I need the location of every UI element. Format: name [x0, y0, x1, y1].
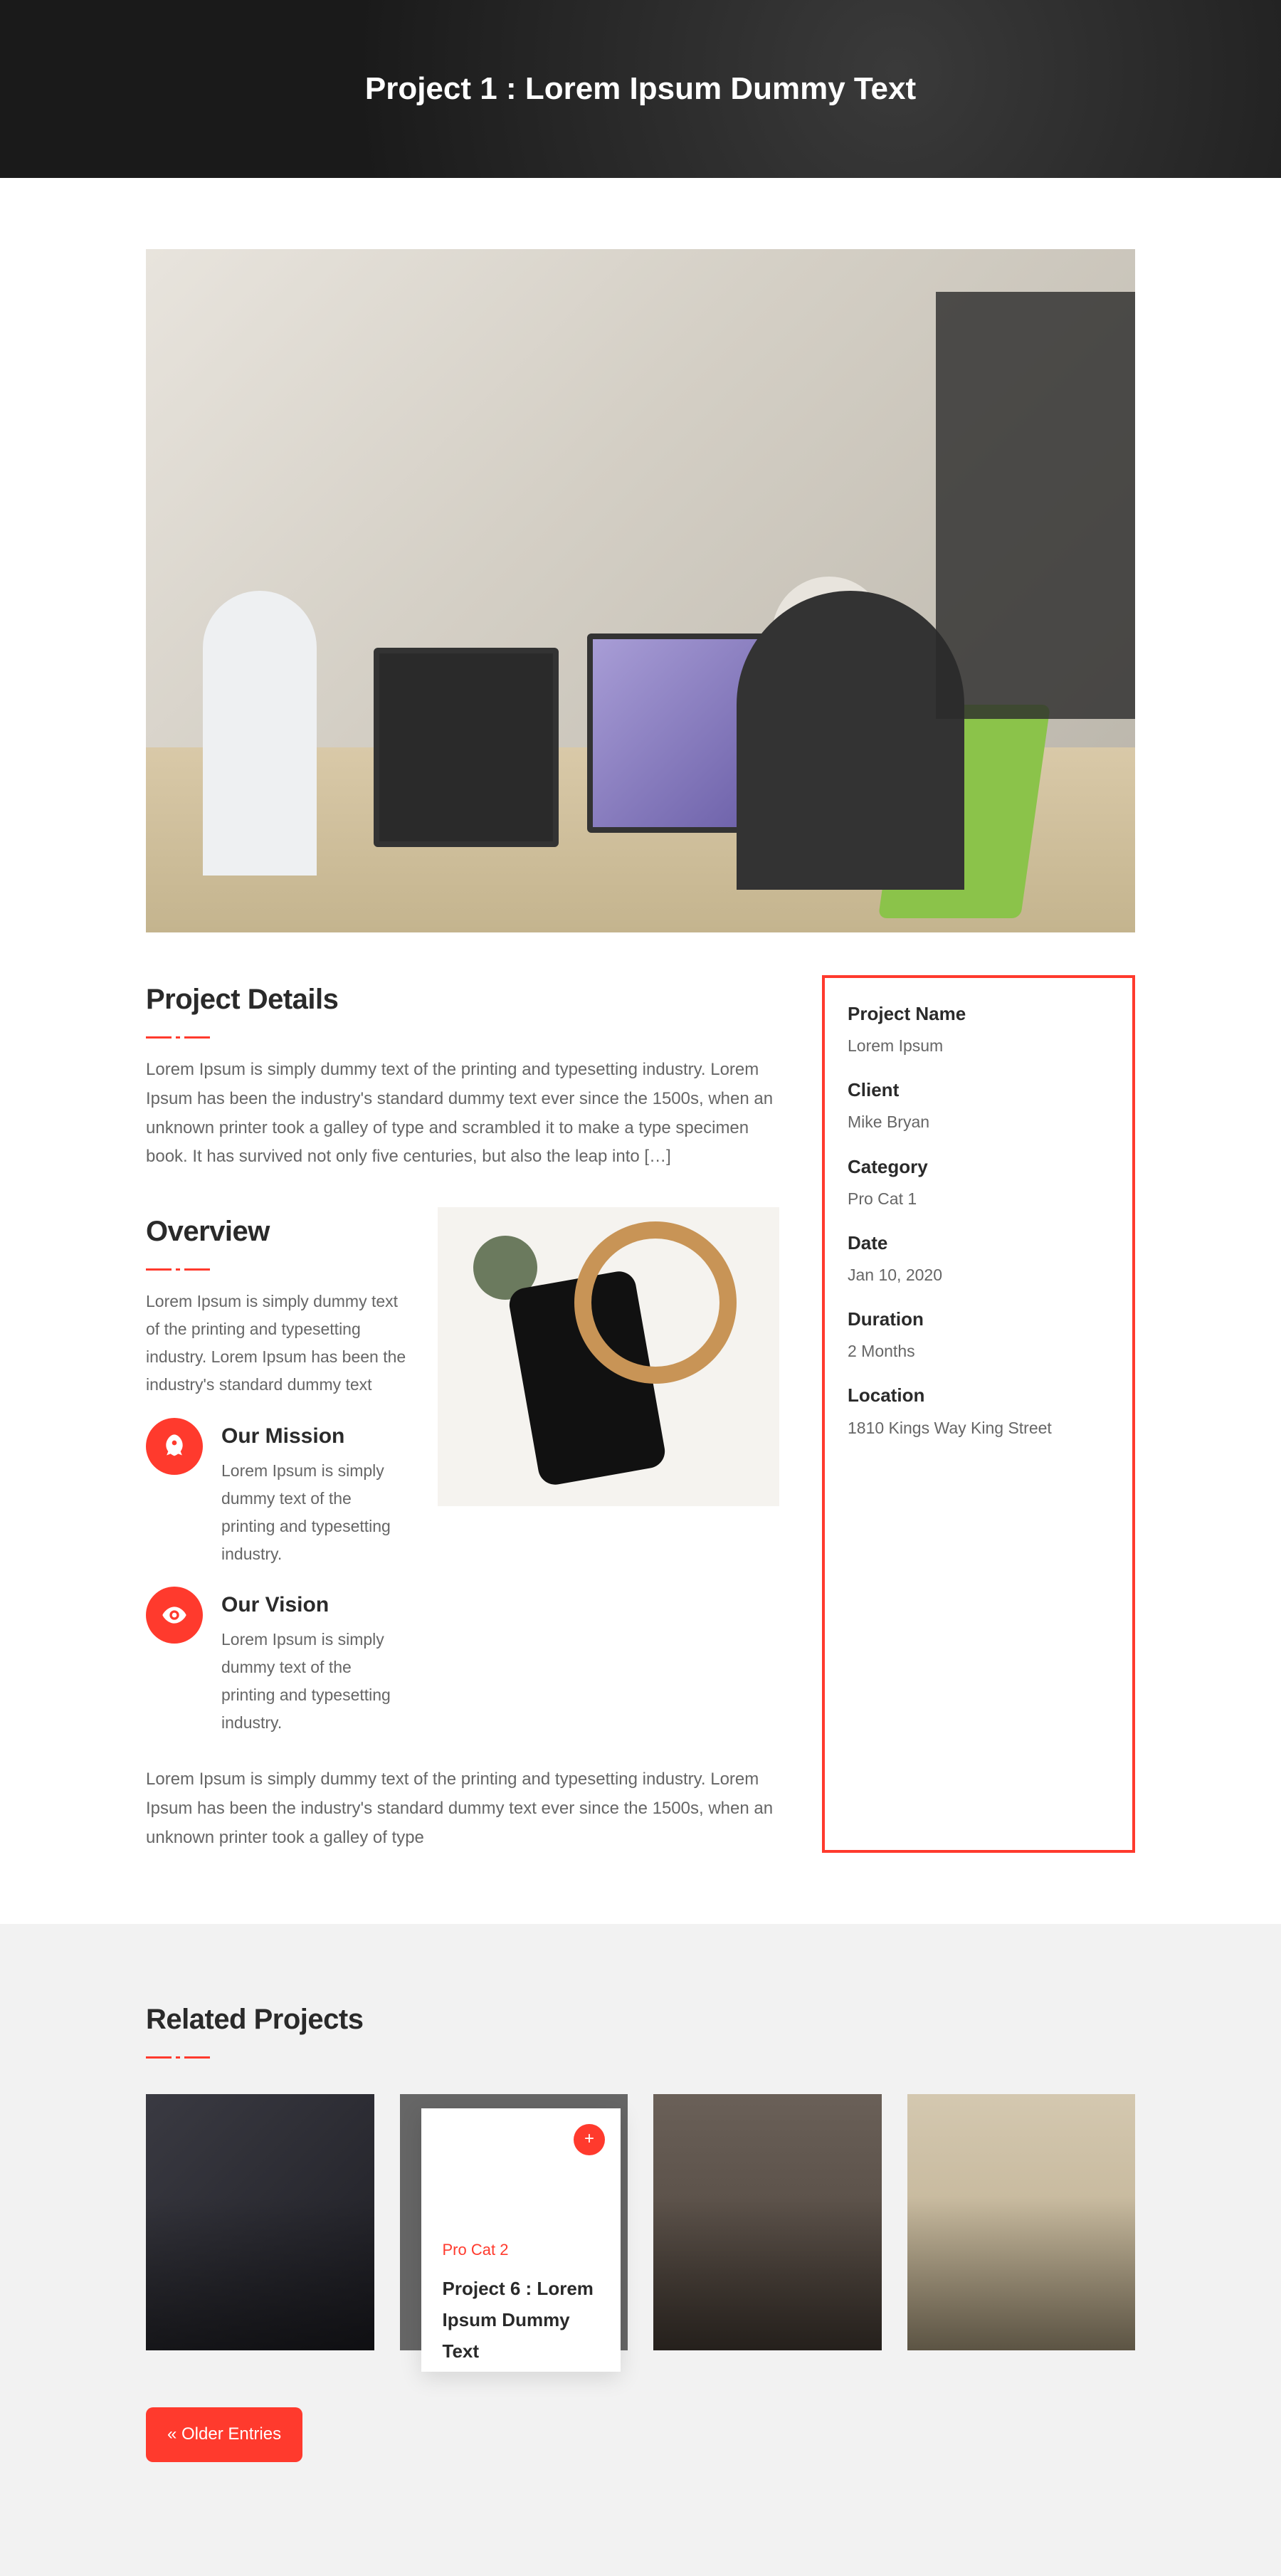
- card-title[interactable]: Project 6 : Lorem Ipsum Dummy Text: [443, 2273, 600, 2367]
- overview-intro: Lorem Ipsum is simply dummy text of the …: [146, 1288, 409, 1399]
- page-title: Project 1 : Lorem Ipsum Dummy Text: [365, 63, 916, 116]
- divider: [146, 1268, 409, 1271]
- meta-project-name-label: Project Name: [848, 998, 1109, 1029]
- meta-duration-label: Duration: [848, 1303, 1109, 1335]
- vision-body: Lorem Ipsum is simply dummy text of the …: [221, 1626, 409, 1737]
- vision-block: Our Vision Lorem Ipsum is simply dummy t…: [146, 1587, 409, 1737]
- meta-category: Pro Cat 1: [848, 1185, 1109, 1213]
- meta-location-label: Location: [848, 1379, 1109, 1411]
- project-details-body: Lorem Ipsum is simply dummy text of the …: [146, 1056, 779, 1172]
- overview-footer: Lorem Ipsum is simply dummy text of the …: [146, 1765, 779, 1852]
- mission-title: Our Mission: [221, 1418, 409, 1454]
- hero-banner: Project 1 : Lorem Ipsum Dummy Text: [0, 0, 1281, 178]
- meta-client-label: Client: [848, 1074, 1109, 1105]
- plus-icon[interactable]: +: [574, 2124, 605, 2155]
- mission-body: Lorem Ipsum is simply dummy text of the …: [221, 1457, 409, 1568]
- meta-location: 1810 Kings Way King Street: [848, 1414, 1109, 1442]
- eye-icon: [146, 1587, 203, 1644]
- divider: [146, 2056, 1135, 2059]
- mission-block: Our Mission Lorem Ipsum is simply dummy …: [146, 1418, 409, 1568]
- vision-title: Our Vision: [221, 1587, 409, 1623]
- overview-image: [438, 1207, 779, 1506]
- rocket-icon: [146, 1418, 203, 1475]
- meta-client: Mike Bryan: [848, 1108, 1109, 1136]
- card-category[interactable]: Pro Cat 2: [443, 2236, 600, 2263]
- divider: [146, 1036, 779, 1039]
- overview-heading: Overview: [146, 1207, 409, 1256]
- related-card-2[interactable]: + Pro Cat 2 Project 6 : Lorem Ipsum Dumm…: [400, 2094, 628, 2350]
- related-heading: Related Projects: [146, 1995, 1135, 2044]
- meta-category-label: Category: [848, 1151, 1109, 1182]
- related-card-4[interactable]: [907, 2094, 1136, 2350]
- project-details-heading: Project Details: [146, 975, 779, 1024]
- meta-date-label: Date: [848, 1227, 1109, 1258]
- meta-duration: 2 Months: [848, 1337, 1109, 1365]
- related-card-3[interactable]: [653, 2094, 882, 2350]
- meta-date: Jan 10, 2020: [848, 1261, 1109, 1289]
- project-meta-box: Project Name Lorem Ipsum Client Mike Bry…: [822, 975, 1135, 1853]
- older-entries-button[interactable]: « Older Entries: [146, 2407, 302, 2462]
- featured-image: [146, 249, 1135, 932]
- meta-project-name: Lorem Ipsum: [848, 1032, 1109, 1060]
- related-card-1[interactable]: [146, 2094, 374, 2350]
